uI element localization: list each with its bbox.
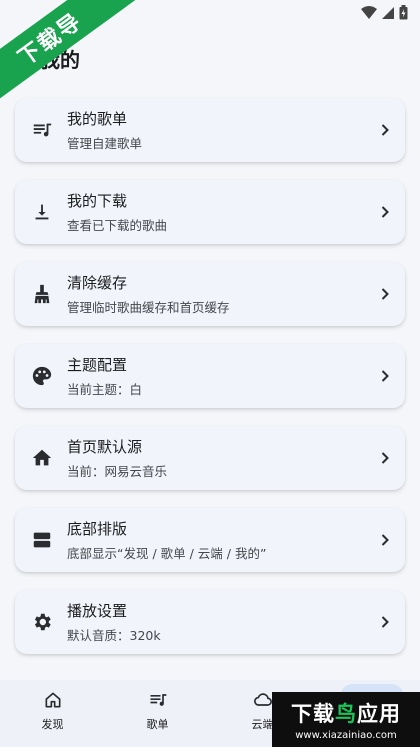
palette-icon <box>15 365 67 387</box>
nav-label: 云端 <box>251 718 274 731</box>
nav-tab-playlists[interactable]: 歌单 <box>105 680 210 747</box>
battery-icon <box>399 5 408 20</box>
chevron-right-icon <box>365 205 405 219</box>
chevron-right-icon <box>365 369 405 383</box>
home-outline-icon <box>45 692 61 708</box>
chevron-right-icon <box>365 451 405 465</box>
bottom-layout-item[interactable]: 底部排版 底部显示“发现 / 歌单 / 云端 / 我的” <box>15 508 405 572</box>
item-subtitle: 查看已下载的歌曲 <box>67 218 168 233</box>
item-title: 我的歌单 <box>67 110 128 128</box>
nav-label: 发现 <box>41 718 64 731</box>
chevron-right-icon <box>365 533 405 547</box>
nav-label: 歌单 <box>146 718 169 731</box>
watermark-name: 下载鸟应用 <box>291 702 401 726</box>
item-subtitle: 管理临时歌曲缓存和首页缓存 <box>67 300 230 315</box>
item-title: 清除缓存 <box>67 274 128 292</box>
item-subtitle: 当前主题：白 <box>67 382 143 397</box>
item-title: 底部排版 <box>67 520 128 538</box>
playback-settings-item[interactable]: 播放设置 默认音质：320k <box>15 590 405 654</box>
item-title: 播放设置 <box>67 602 128 620</box>
nav-tab-discover[interactable]: 发现 <box>0 680 105 747</box>
item-title: 首页默认源 <box>67 438 143 456</box>
signal-icon <box>382 6 394 19</box>
my-playlists-item[interactable]: 我的歌单 管理自建歌单 <box>15 98 405 162</box>
item-subtitle: 默认音质：320k <box>67 628 161 643</box>
status-icons <box>361 5 408 20</box>
item-subtitle: 底部显示“发现 / 歌单 / 云端 / 我的” <box>67 546 267 561</box>
item-subtitle: 当前：网易云音乐 <box>67 464 168 479</box>
my-downloads-item[interactable]: 我的下载 查看已下载的歌曲 <box>15 180 405 244</box>
gear-icon <box>15 611 67 633</box>
item-title: 我的下载 <box>67 192 128 210</box>
playlist-icon <box>15 119 67 141</box>
watermark-logo: 下载鸟应用 www.xiazainiao.com <box>272 692 420 747</box>
broom-icon <box>15 283 67 305</box>
item-subtitle: 管理自建歌单 <box>67 136 143 151</box>
item-title: 主题配置 <box>67 356 128 374</box>
download-icon <box>15 201 67 223</box>
chevron-right-icon <box>365 615 405 629</box>
cloud-icon <box>253 693 272 706</box>
playlist-icon <box>150 694 166 706</box>
settings-list: 我的歌单 管理自建歌单 我的下载 查看已下载的歌曲 清除缓存 管理临时歌曲缓存和… <box>15 98 405 672</box>
clear-cache-item[interactable]: 清除缓存 管理临时歌曲缓存和首页缓存 <box>15 262 405 326</box>
home-source-item[interactable]: 首页默认源 当前：网易云音乐 <box>15 426 405 490</box>
layout-icon <box>15 529 67 551</box>
watermark-url: www.xiazainiao.com <box>295 730 397 741</box>
chevron-right-icon <box>365 123 405 137</box>
theme-config-item[interactable]: 主题配置 当前主题：白 <box>15 344 405 408</box>
wifi-icon <box>361 5 377 19</box>
chevron-right-icon <box>365 287 405 301</box>
home-icon <box>15 447 67 469</box>
